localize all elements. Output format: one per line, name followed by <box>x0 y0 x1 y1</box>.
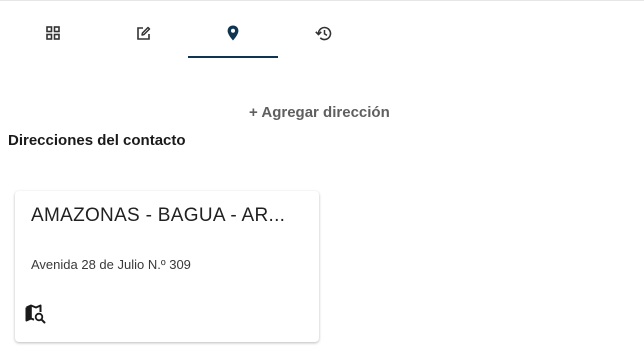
location-pin-icon <box>227 25 239 41</box>
tab-history[interactable] <box>278 8 368 58</box>
add-address-button[interactable]: + Agregar dirección <box>249 104 390 121</box>
address-card-title: AMAZONAS - BAGUA - AR... <box>31 205 286 226</box>
address-street: Avenida 28 de Julio N.º 309 <box>31 257 191 272</box>
edit-icon <box>136 26 151 41</box>
top-divider <box>0 0 644 1</box>
tab-bar <box>8 8 368 58</box>
history-icon <box>314 26 332 41</box>
map-search-icon <box>25 304 46 330</box>
section-title: Direcciones del contacto <box>8 132 186 149</box>
contact-addresses-page: + Agregar dirección Direcciones del cont… <box>0 0 644 360</box>
tab-edit[interactable] <box>98 8 188 58</box>
tab-overview[interactable] <box>8 8 98 58</box>
address-card: AMAZONAS - BAGUA - AR... Avenida 28 de J… <box>15 191 319 342</box>
view-on-map-button[interactable] <box>23 304 47 330</box>
tab-addresses[interactable] <box>188 8 278 58</box>
grid-icon <box>46 26 60 40</box>
